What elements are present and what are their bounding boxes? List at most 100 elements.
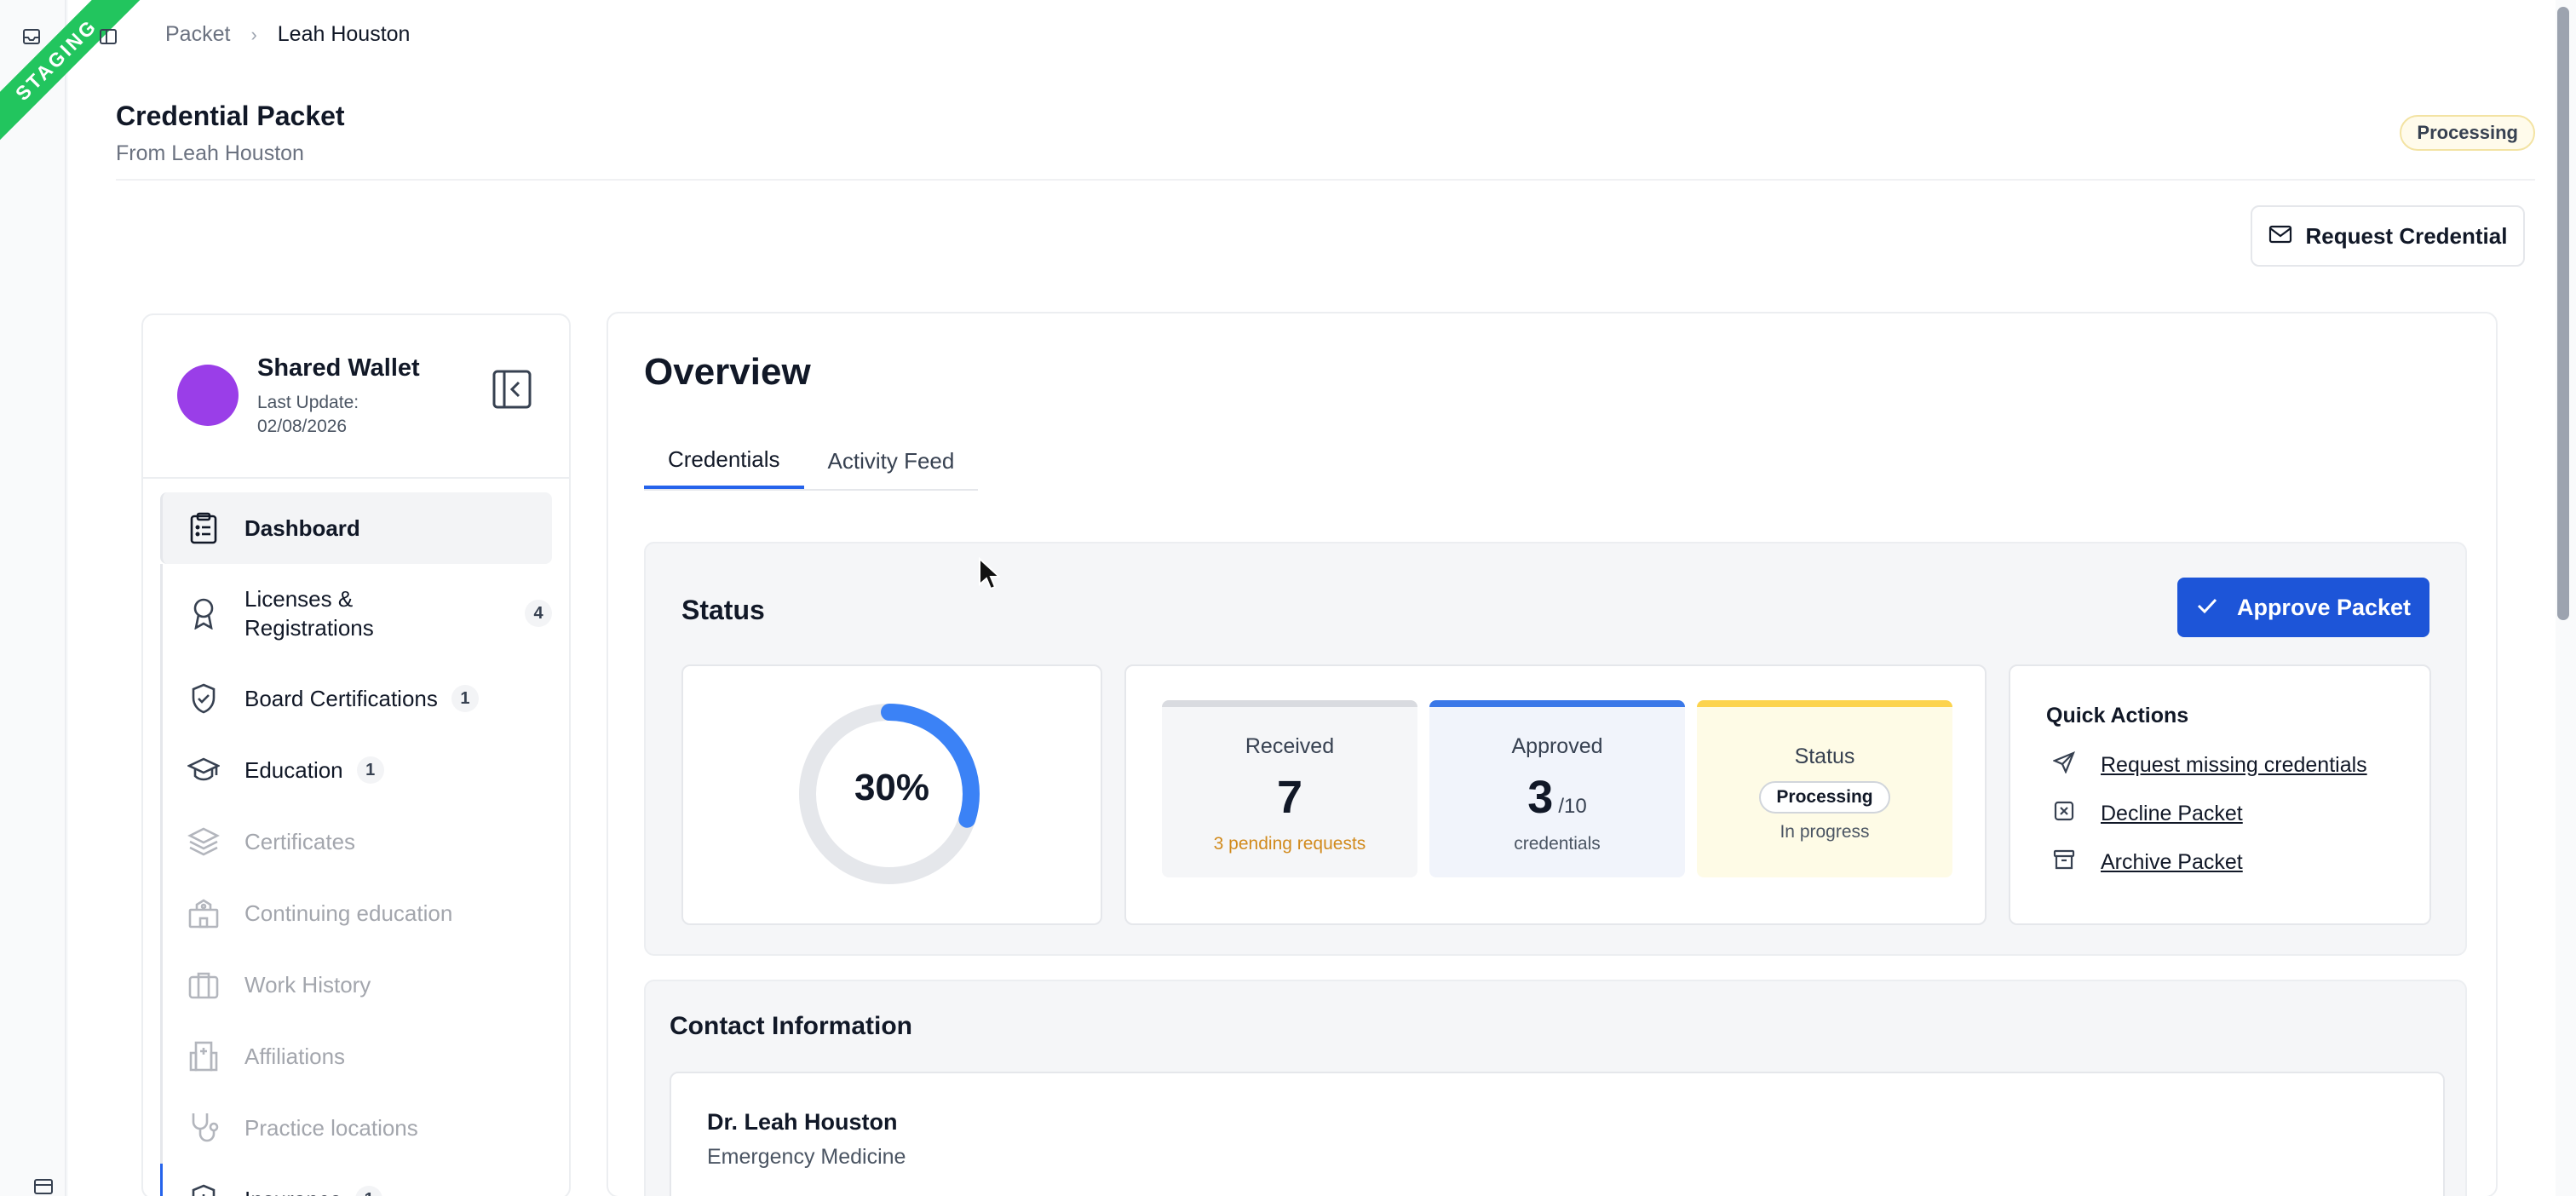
breadcrumb: Packet › Leah Houston [165,22,410,47]
quick-action-label[interactable]: Archive Packet [2101,850,2243,875]
hospital-icon [187,1039,221,1073]
received-value: 7 [1276,772,1303,823]
approve-packet-label: Approve Packet [2236,594,2412,620]
sidebar-item-dashboard[interactable]: Dashboard [160,492,552,564]
status-note: In progress [1780,822,1870,842]
decline-packet-link[interactable]: Decline Packet [2053,800,2243,828]
check-icon [2196,595,2218,621]
request-credential-label: Request Credential [2305,222,2508,249]
contact-specialty: Emergency Medicine [707,1145,906,1169]
progress-card: 30% [681,664,1102,925]
approved-note: credentials [1514,834,1601,854]
sidebar-item-affiliations[interactable]: Affiliations [160,1021,552,1092]
send-icon [2052,750,2076,779]
contact-panel: Contact Information Dr. Leah Houston Eme… [644,980,2467,1196]
scrollbar-thumb[interactable] [2557,7,2569,620]
chevron-right-icon: › [250,23,257,45]
sidebar-item-label: Education [244,757,343,783]
count-badge: 1 [356,756,384,784]
sidebar-item-label: Insurance [244,1185,342,1196]
sidebar-item-work-history[interactable]: Work History [160,949,552,1021]
content-card: Overview Credentials Activity Feed Statu… [607,312,2498,1196]
approve-packet-button[interactable]: Approve Packet [2177,578,2429,637]
school-icon [187,896,221,930]
sidebar-divider [143,477,569,479]
sidebar-item-label: Board Certifications [244,686,438,711]
briefcase-icon [187,968,221,1002]
graduation-cap-icon [187,753,221,787]
sidebar-item-label: Licenses & Registrations [244,586,374,641]
header-divider [116,179,2535,181]
contact-name: Dr. Leah Houston [707,1109,898,1135]
sidebar-item-practice-locations[interactable]: Practice locations [160,1092,552,1164]
sidebar-nav: Dashboard Licenses & Registrations 4 Boa… [160,492,552,1196]
breadcrumb-packet[interactable]: Packet [165,22,230,47]
quick-actions-title: Quick Actions [2046,704,2189,727]
stethoscope-icon [187,1111,221,1145]
main-area: Packet › Leah Houston Credential Packet … [68,0,2556,1196]
wallet-last-update: Last Update: 02/08/2026 [257,393,359,436]
tab-credentials[interactable]: Credentials [644,433,804,489]
page-title: Credential Packet [116,101,345,131]
x-square-icon [2053,800,2075,828]
progress-percent: 30% [854,767,930,808]
count-badge: 4 [525,600,552,627]
request-missing-credentials-link[interactable]: Request missing credentials [2052,750,2367,779]
count-badge: 1 [451,685,479,712]
status-panel: Status Approve Packet 30% Received 7 3 p… [644,542,2467,956]
sidebar-item-label: Continuing education [244,900,453,926]
card-icon[interactable] [31,1174,56,1196]
sidebar-item-licenses[interactable]: Licenses & Registrations 4 [160,564,552,663]
contact-card: Dr. Leah Houston Emergency Medicine [670,1072,2445,1196]
status-heading: Status [681,595,765,625]
sidebar-item-insurance[interactable]: Insurance 1 [160,1164,552,1196]
approved-label: Approved [1511,734,1603,758]
sidebar-item-continuing-education[interactable]: Continuing education [160,877,552,949]
request-credential-button[interactable]: Request Credential [2251,205,2525,267]
received-stat: Received 7 3 pending requests [1162,700,1417,877]
approved-stat: Approved 3/10 credentials [1429,700,1685,877]
sidebar-item-label: Certificates [244,829,356,854]
collapse-sidebar-icon[interactable] [491,368,533,411]
received-note: 3 pending requests [1213,834,1366,854]
sidebar-item-label: Dashboard [244,515,360,541]
approved-total: /10 [1558,795,1587,818]
quick-action-label[interactable]: Request missing credentials [2101,753,2367,778]
sidebar-item-board-certifications[interactable]: Board Certifications 1 [160,663,552,734]
status-badge: Processing [2400,115,2535,151]
sidebar-item-label: Affiliations [244,1044,346,1069]
approved-value: 3 [1527,772,1554,823]
sidebar: Shared Wallet Last Update: 02/08/2026 Da… [141,313,571,1196]
sidebar-item-certificates[interactable]: Certificates [160,806,552,877]
processing-badge: Processing [1759,781,1890,814]
page-subtitle: From Leah Houston [116,141,304,165]
clipboard-icon [187,511,221,545]
status-label: Status [1794,745,1855,768]
layers-icon [187,825,221,859]
award-icon [187,596,221,630]
status-stat: Status Processing In progress [1697,700,1952,877]
left-rail: STAGING [0,0,141,1196]
tab-activity-feed[interactable]: Activity Feed [804,433,979,489]
quick-actions-card: Quick Actions Request missing credential… [2009,664,2431,925]
sidebar-item-education[interactable]: Education 1 [160,734,552,806]
wallet-header: Shared Wallet Last Update: 02/08/2026 [177,354,420,439]
breadcrumb-current: Leah Houston [277,22,411,46]
received-label: Received [1245,734,1335,758]
archive-packet-link[interactable]: Archive Packet [2053,848,2243,877]
topbar: Packet › Leah Houston [68,0,2556,73]
shield-plus-icon [187,1182,221,1196]
inbox-icon[interactable] [19,24,44,49]
sidebar-item-label: Work History [244,972,371,998]
archive-icon [2053,848,2075,877]
contact-heading: Contact Information [670,1012,912,1040]
wallet-name: Shared Wallet [257,354,420,382]
tabs: Credentials Activity Feed [644,433,979,491]
avatar [177,365,239,426]
mail-icon [2268,223,2292,250]
sidebar-toggle-icon[interactable] [95,24,121,49]
page-scrollbar[interactable] [2556,0,2573,1196]
stats-card: Received 7 3 pending requests Approved 3… [1124,664,1987,925]
overview-title: Overview [644,351,811,393]
quick-action-label[interactable]: Decline Packet [2101,802,2243,826]
